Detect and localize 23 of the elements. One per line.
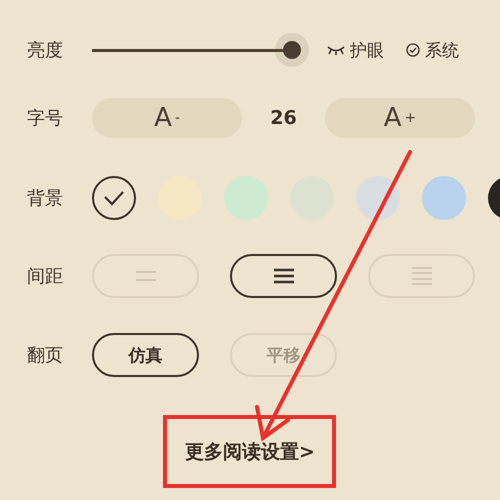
slider-thumb[interactable] — [283, 40, 301, 58]
line-spacing-icon — [410, 266, 432, 286]
setting-label: 翻页 — [26, 344, 64, 367]
color-swatch[interactable] — [422, 176, 466, 220]
system-toggle[interactable]: 系统 — [425, 38, 459, 62]
decrease-font-button[interactable]: A- — [92, 98, 242, 138]
setting-label: 字号 — [26, 107, 64, 130]
increase-font-button[interactable]: A+ — [325, 98, 475, 138]
check-icon — [103, 190, 125, 206]
setting-label: 间距 — [26, 265, 64, 288]
spacing-option[interactable] — [230, 254, 337, 298]
color-swatch[interactable] — [356, 176, 400, 220]
setting-label: 亮度 — [26, 39, 64, 62]
color-swatch[interactable] — [224, 176, 268, 220]
page-turn-option[interactable]: 仿真 — [92, 333, 199, 377]
more-settings-link[interactable]: 更多阅读设置> — [185, 439, 315, 465]
color-swatch[interactable] — [92, 176, 136, 220]
font-size-value: 26 — [269, 107, 298, 129]
check-circle-icon — [406, 43, 420, 57]
eye-care-toggle[interactable]: 护眼 — [350, 38, 384, 62]
setting-label: 背景 — [26, 187, 64, 210]
closed-eye-icon — [327, 45, 345, 55]
line-spacing-icon — [272, 266, 294, 286]
